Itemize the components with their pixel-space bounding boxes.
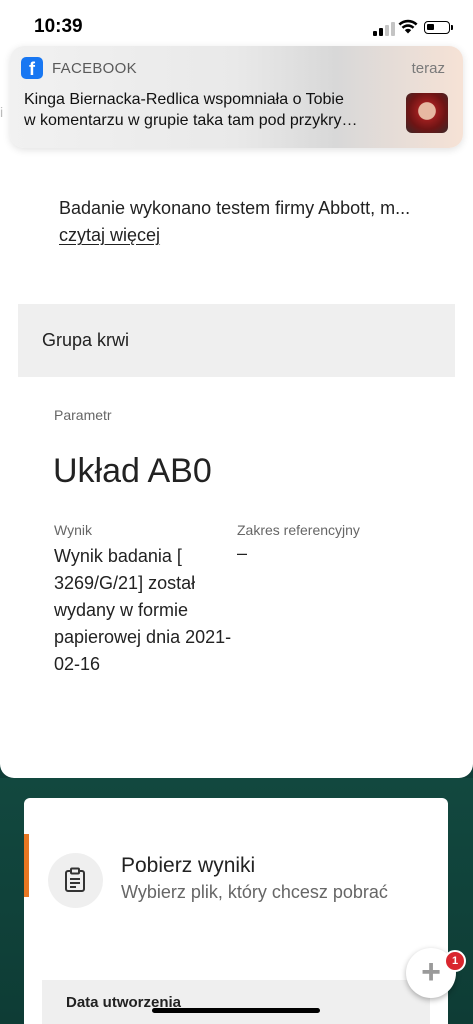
app-screen: 10:39 i f FACEBOOK teraz Kinga Biernacka…	[0, 0, 473, 1024]
files-table-header: Data utworzenia	[42, 980, 430, 1024]
facebook-icon: f	[21, 57, 43, 79]
push-notification[interactable]: f FACEBOOK teraz Kinga Biernacka-Redlica…	[10, 46, 463, 148]
notification-time: teraz	[411, 60, 445, 77]
accent-bar	[24, 834, 29, 897]
parameter-name: Układ AB0	[53, 452, 212, 490]
result-value: Wynik badania [ 3269/G/21] został wydany…	[54, 546, 232, 674]
group-header: Grupa krwi	[18, 304, 455, 377]
cellular-signal-icon	[373, 22, 395, 36]
status-time: 10:39	[34, 16, 83, 37]
reference-range-label: Zakres referencyjny	[237, 522, 360, 538]
result-label: Wynik	[54, 522, 92, 538]
download-action[interactable]	[48, 853, 103, 908]
notification-text-line-2: w komentarzu w grupie taka tam pod przyk…	[24, 112, 358, 129]
notification-avatar	[406, 93, 448, 133]
battery-icon	[424, 21, 450, 34]
battery-cap	[451, 25, 453, 30]
home-indicator[interactable]	[152, 1008, 320, 1013]
download-results-card: Pobierz wyniki Wybierz plik, który chces…	[24, 798, 448, 1024]
clipboard-icon	[65, 867, 85, 892]
notification-app-name: FACEBOOK	[52, 60, 137, 77]
group-title: Grupa krwi	[42, 330, 130, 350]
download-subtitle: Wybierz plik, który chcesz pobrać	[121, 882, 388, 902]
notification-text-line-1: Kinga Biernacka-Redlica wspomniała o Tob…	[24, 91, 344, 108]
reference-range-value: –	[237, 543, 248, 563]
test-description: Badanie wykonano testem firmy Abbott, m.…	[59, 198, 411, 218]
notification-badge: 1	[444, 950, 466, 972]
partial-text: i	[0, 104, 4, 120]
download-title[interactable]: Pobierz wyniki	[121, 854, 255, 878]
wifi-icon	[398, 19, 418, 34]
read-more-link[interactable]: czytaj więcej	[59, 225, 160, 246]
parameter-label: Parametr	[54, 407, 112, 423]
